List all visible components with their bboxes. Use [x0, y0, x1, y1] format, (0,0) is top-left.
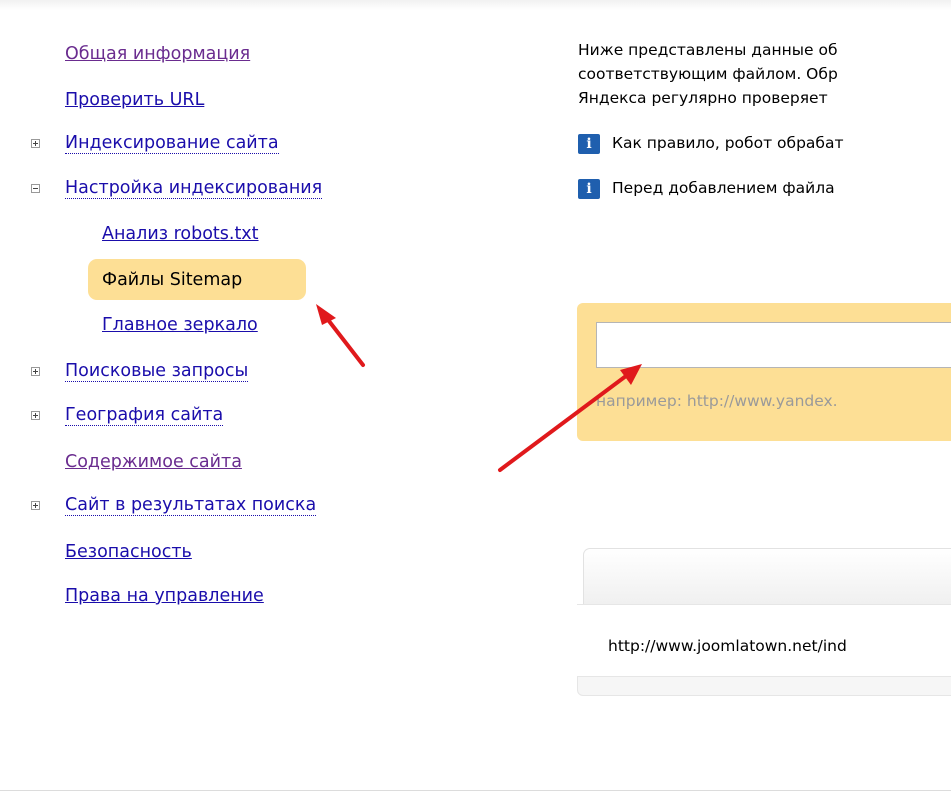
- red-arrow-annotation: [498, 364, 642, 472]
- annotation-arrows: [316, 304, 642, 472]
- red-arrow-annotation: [316, 304, 365, 367]
